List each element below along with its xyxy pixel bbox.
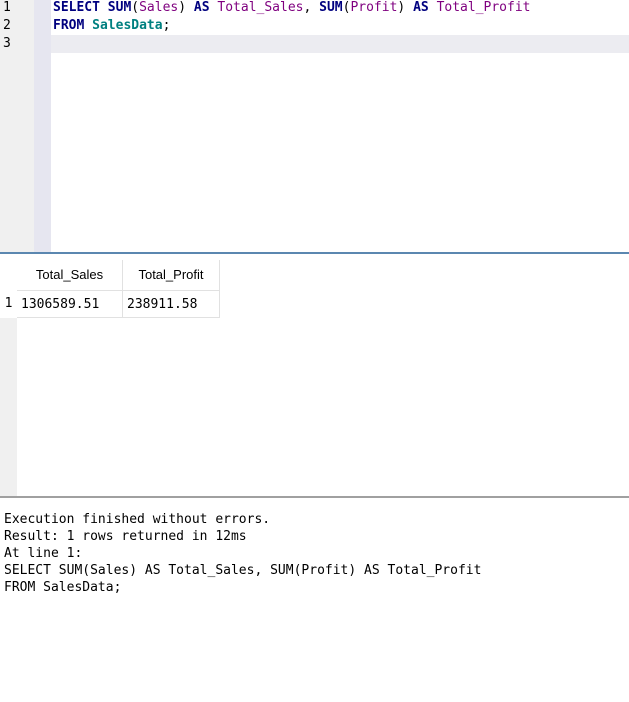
results-grid[interactable]: Total_Sales Total_Profit 1 1306589.51 23… <box>0 258 629 496</box>
keyword-from: FROM <box>53 18 85 33</box>
current-line-highlight <box>51 35 629 53</box>
paren-open: ( <box>131 0 140 15</box>
keyword-as: AS <box>413 0 429 15</box>
column-header-total-sales[interactable]: Total_Sales <box>17 260 123 290</box>
column-sales: Sales <box>139 0 179 15</box>
message-line: At line 1: <box>4 546 83 561</box>
message-line: SELECT SUM(Sales) AS Total_Sales, SUM(Pr… <box>4 563 482 578</box>
fold-margin[interactable] <box>34 0 51 252</box>
keyword-select: SELECT <box>53 0 100 15</box>
code-line-2[interactable]: FROM SalesData; <box>53 17 170 35</box>
line-number: 1 <box>3 0 11 15</box>
function-sum: SUM <box>319 0 343 15</box>
code-line-1[interactable]: SELECT SUM(Sales) AS Total_Sales, SUM(Pr… <box>53 0 530 17</box>
keyword-as: AS <box>193 0 210 15</box>
alias-total-profit: Total_Profit <box>436 0 531 15</box>
paren-close: ) <box>397 0 406 15</box>
function-sum: SUM <box>107 0 132 15</box>
row-header-strip <box>0 318 17 496</box>
semicolon: ; <box>162 18 171 33</box>
message-line: FROM SalesData; <box>4 580 122 595</box>
message-line: Execution finished without errors. <box>4 512 271 527</box>
line-number-gutter: 1 2 3 <box>0 0 34 252</box>
line-number: 2 <box>3 18 11 33</box>
line-number: 3 <box>3 36 11 51</box>
cell-total-sales[interactable]: 1306589.51 <box>17 290 123 318</box>
message-line: Result: 1 rows returned in 12ms <box>4 529 247 544</box>
alias-total-sales: Total_Sales <box>217 0 304 15</box>
row-number[interactable]: 1 <box>0 290 17 318</box>
column-profit: Profit <box>350 0 398 15</box>
editor-results-splitter[interactable] <box>0 252 629 254</box>
column-header-total-profit[interactable]: Total_Profit <box>123 260 220 290</box>
sql-editor[interactable]: 1 2 3 SELECT SUM(Sales) AS Total_Sales, … <box>0 0 629 252</box>
paren-close: ) <box>178 0 187 15</box>
comma: , <box>303 0 312 15</box>
message-pane[interactable]: Execution finished without errors. Resul… <box>0 498 629 702</box>
cell-total-profit[interactable]: 238911.58 <box>123 290 220 318</box>
table-name: SalesData <box>92 18 163 33</box>
